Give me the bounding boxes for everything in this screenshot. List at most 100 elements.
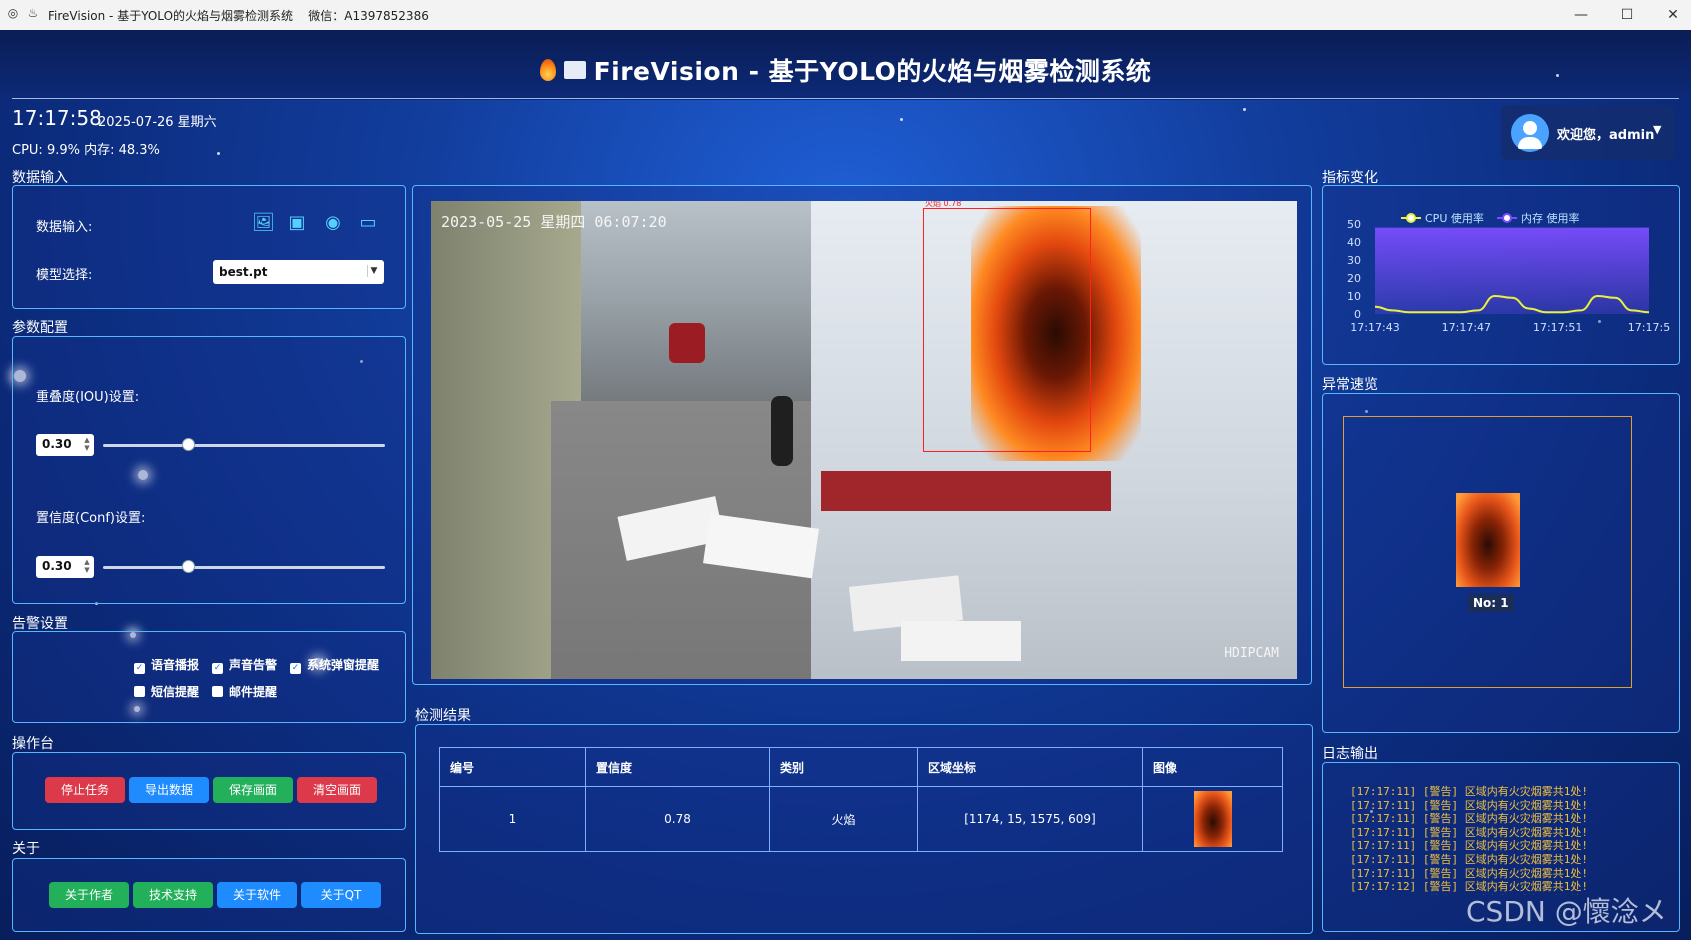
app-icon: ◎ xyxy=(7,6,19,20)
model-select[interactable]: best.pt ▼ xyxy=(213,260,384,284)
metrics-chart: 0 10 20 30 40 50 17:17:43 17:17:47 17:17:51 17:17… xyxy=(1347,211,1670,334)
anomaly-frame: No: 1 xyxy=(1343,416,1632,688)
col-confidence: 置信度 xyxy=(585,747,770,787)
results-panel: 编号 置信度 类别 区域坐标 图像 1 0.78 火焰 [1174, 15, 1… xyxy=(415,724,1313,934)
about-qt-button[interactable]: 关于QT xyxy=(301,882,381,908)
video-display[interactable]: 火焰 0.78 2023-05-25 星期四 06:07:20 HDIPCAM xyxy=(431,201,1297,679)
iou-spinbox[interactable]: 0.30 ▲ ▼ xyxy=(36,434,94,456)
video-panel: 火焰 0.78 2023-05-25 星期四 06:07:20 HDIPCAM xyxy=(412,185,1312,685)
y-tick-label: 30 xyxy=(1347,254,1361,267)
avatar xyxy=(1511,114,1549,152)
conf-slider-handle[interactable] xyxy=(181,560,195,573)
app-title: FireVision - 基于YOLO的火焰与烟雾检测系统 xyxy=(0,52,1691,88)
y-tick-label: 10 xyxy=(1347,290,1361,303)
x-tick-label: 17:17:5 xyxy=(1628,321,1670,334)
col-id: 编号 xyxy=(439,747,586,787)
table-row[interactable]: 1 0.78 火焰 [1174, 15, 1575, 609] xyxy=(439,786,1283,852)
video-file-icon[interactable]: ▣ xyxy=(286,212,308,234)
y-tick-label: 20 xyxy=(1347,272,1361,285)
export-data-button[interactable]: 导出数据 xyxy=(129,777,209,803)
section-metrics: 指标变化 xyxy=(1322,170,1378,186)
section-alerts: 告警设置 xyxy=(12,616,68,632)
image-file-icon[interactable]: 🖼 xyxy=(252,212,275,234)
cell-image xyxy=(1142,786,1283,852)
camera-label: HDIPCAM xyxy=(1224,646,1279,661)
iou-slider[interactable] xyxy=(103,444,385,447)
x-tick-label: 17:17:47 xyxy=(1442,321,1491,334)
y-tick-label: 0 xyxy=(1354,308,1361,321)
section-console: 操作台 xyxy=(12,736,54,752)
log-output: [17:17:11] [警告] 区域内有火灾烟雾共1处! [17:17:11] [… xyxy=(1350,785,1650,895)
section-results: 检测结果 xyxy=(415,708,471,724)
date: 2025-07-26 星期六 xyxy=(98,115,217,130)
conf-spinbox[interactable]: 0.30 ▲ ▼ xyxy=(36,556,94,578)
console-panel: 停止任务 导出数据 保存画面 清空画面 xyxy=(12,752,406,830)
section-params: 参数配置 xyxy=(12,320,68,336)
legend-label: CPU 使用率 xyxy=(1425,211,1484,225)
user-menu[interactable]: 欢迎您，admin ▼ xyxy=(1501,105,1675,160)
checkbox-voice[interactable]: ✓ 语音播报 xyxy=(134,656,199,674)
params-panel: 重叠度(IOU)设置: 0.30 ▲ ▼ 置信度(Conf)设置: 0.30 ▲ ▼ xyxy=(12,336,406,604)
log-line: [17:17:11] [警告] 区域内有火灾烟雾共1处! xyxy=(1350,785,1588,798)
checkbox-email[interactable]: 邮件提醒 xyxy=(212,683,277,700)
detection-thumbnail xyxy=(1193,791,1232,847)
conf-slider[interactable] xyxy=(103,566,385,569)
alerts-panel: ✓ 语音播报 ✓ 声音告警 ✓ 系统弹窗提醒 短信提醒 邮件提醒 xyxy=(12,631,406,723)
log-line: [17:17:11] [警告] 区域内有火灾烟雾共1处! xyxy=(1350,798,1588,812)
image-icon xyxy=(563,61,586,79)
anomaly-number: No: 1 xyxy=(1468,594,1514,612)
person xyxy=(771,396,793,466)
checkbox-sms[interactable]: 短信提醒 xyxy=(134,683,199,700)
window-title: FireVision - 基于YOLO的火焰与烟雾检测系统 微信：A139785… xyxy=(48,9,429,23)
window-titlebar: ◎ ♨ FireVision - 基于YOLO的火焰与烟雾检测系统 微信：A13… xyxy=(0,0,1691,30)
x-tick-label: 17:17:51 xyxy=(1533,321,1582,334)
legend-marker xyxy=(1502,213,1512,223)
cell-id: 1 xyxy=(439,786,586,852)
log-line: [17:17:11] [警告] 区域内有火灾烟雾共1处! xyxy=(1350,825,1588,839)
screen-capture-icon[interactable]: ▭ xyxy=(357,212,379,234)
col-class: 类别 xyxy=(769,747,918,787)
section-about: 关于 xyxy=(12,841,40,857)
about-software-button[interactable]: 关于软件 xyxy=(217,882,297,908)
section-data-input: 数据输入 xyxy=(12,170,68,186)
checkbox-popup[interactable]: ✓ 系统弹窗提醒 xyxy=(290,656,379,674)
log-line: [17:17:11] [警告] 区域内有火灾烟雾共1处! xyxy=(1350,812,1588,826)
data-input-panel: 数据输入: 🖼 ▣ ◉ ▭ 模型选择: best.pt ▼ xyxy=(12,185,406,309)
save-frame-button[interactable]: 保存画面 xyxy=(213,777,293,803)
clear-frame-button[interactable]: 清空画面 xyxy=(297,777,377,803)
cell-class: 火焰 xyxy=(769,786,918,852)
user-greeting: 欢迎您，admin xyxy=(1557,128,1655,143)
metrics-panel: 0 10 20 30 40 50 17:17:43 17:17:47 17:17:51 17:17… xyxy=(1322,185,1680,365)
about-author-button[interactable]: 关于作者 xyxy=(49,882,129,908)
flame-icon: ♨ xyxy=(27,6,39,20)
maximize-button[interactable]: ☐ xyxy=(1604,0,1650,30)
conf-label: 置信度(Conf)设置: xyxy=(36,511,146,526)
detection-box-label: 火焰 0.78 xyxy=(925,201,962,208)
col-coords: 区域坐标 xyxy=(917,747,1143,787)
iou-slider-handle[interactable] xyxy=(181,438,195,451)
section-anomaly: 异常速览 xyxy=(1322,377,1378,393)
minimize-button[interactable]: — xyxy=(1558,0,1604,30)
legend-label: 内存 使用率 xyxy=(1521,211,1580,225)
watermark: CSDN @懷淰メ xyxy=(1466,895,1667,928)
checkbox-sound[interactable]: ✓ 声音告警 xyxy=(212,656,277,674)
vehicle xyxy=(669,323,705,363)
close-button[interactable]: ✕ xyxy=(1650,0,1691,30)
about-panel: 关于作者 技术支持 关于软件 关于QT xyxy=(12,858,406,932)
video-timestamp: 2023-05-25 星期四 06:07:20 xyxy=(441,213,667,231)
anomaly-thumbnail[interactable] xyxy=(1456,493,1520,587)
camera-icon[interactable]: ◉ xyxy=(322,212,344,234)
x-tick-label: 17:17:43 xyxy=(1350,321,1399,334)
stop-task-button[interactable]: 停止任务 xyxy=(45,777,125,803)
system-info: CPU: 9.9% 内存: 48.3% xyxy=(12,143,160,158)
y-tick-label: 40 xyxy=(1347,236,1361,249)
flame-icon xyxy=(539,59,556,81)
clock: 17:17:58 xyxy=(12,106,102,130)
log-line: [17:17:11] [警告] 区域内有火灾烟雾共1处! xyxy=(1350,866,1588,880)
section-log: 日志输出 xyxy=(1322,746,1378,762)
results-table: 编号 置信度 类别 区域坐标 图像 1 0.78 火焰 [1174, 15, 1… xyxy=(439,747,1283,852)
caret-down-icon[interactable]: ▼ xyxy=(1653,123,1661,136)
anomaly-panel: No: 1 xyxy=(1322,393,1680,733)
memory-series-area xyxy=(1375,227,1649,314)
tech-support-button[interactable]: 技术支持 xyxy=(133,882,213,908)
